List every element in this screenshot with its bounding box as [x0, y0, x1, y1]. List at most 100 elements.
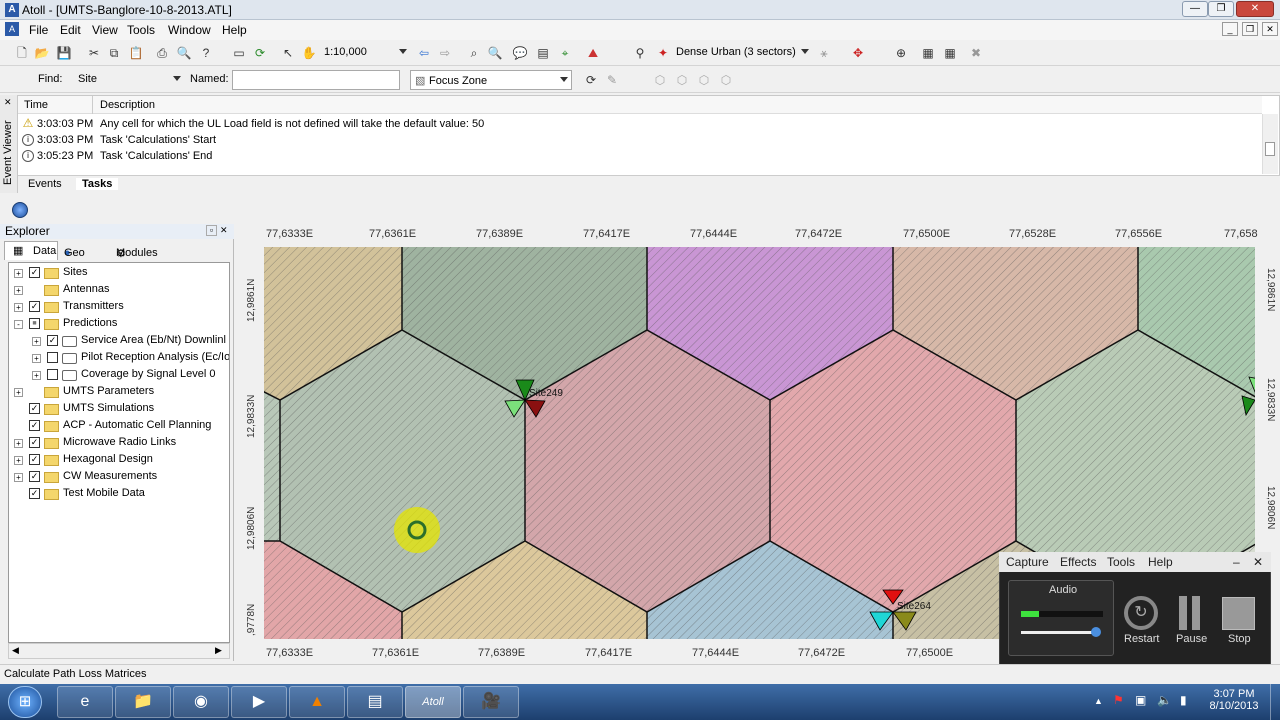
tray-flag-icon[interactable]: ⚑	[1113, 693, 1124, 707]
print-preview-icon[interactable]: 🔍	[176, 45, 192, 61]
mdi-minimize-button[interactable]: _	[1222, 22, 1238, 36]
visibility-checkbox[interactable]: ✓	[29, 454, 40, 465]
visibility-checkbox[interactable]: ✓	[29, 471, 40, 482]
tree-item[interactable]: + ✓ Sites	[9, 264, 229, 281]
stop-calc-icon[interactable]: ✖	[968, 45, 984, 61]
expand-icon[interactable]: +	[14, 286, 23, 295]
find-type-select[interactable]: Site	[74, 70, 184, 90]
scroll-thumb[interactable]	[1265, 142, 1275, 156]
tree-scrollbar[interactable]: ◀ ▶	[8, 643, 230, 659]
expand-icon[interactable]: +	[14, 473, 23, 482]
calculate-all-icon[interactable]: ▦	[942, 45, 958, 61]
zoom-area-icon[interactable]: ⌕	[466, 45, 482, 61]
menu-tools[interactable]: Tools	[127, 23, 155, 37]
visibility-checkbox[interactable]: ✓	[29, 267, 40, 278]
tree-item[interactable]: ✓ ACP - Automatic Cell Planning	[9, 417, 229, 434]
zoom-icon[interactable]: 🔍	[487, 45, 503, 61]
tree-item[interactable]: + ✓ CW Measurements	[9, 468, 229, 485]
visibility-checkbox[interactable]	[47, 352, 58, 363]
calculate-icon[interactable]: ▦	[920, 45, 936, 61]
collapse-icon[interactable]: -	[14, 320, 23, 329]
visibility-checkbox[interactable]: ■	[29, 318, 40, 329]
scroll-left-icon[interactable]: ◀	[12, 645, 19, 656]
tab-data[interactable]: ▦ Data	[4, 241, 58, 260]
expand-icon[interactable]: +	[32, 354, 41, 363]
volume-slider-handle[interactable]	[1091, 627, 1101, 637]
stop-button[interactable]: Stop	[1228, 633, 1251, 645]
open-icon[interactable]: 📂	[34, 45, 50, 61]
print-icon[interactable]: ⎙	[154, 45, 170, 61]
close-icon[interactable]: ✕	[1253, 555, 1263, 569]
select-area-icon[interactable]: ▭	[231, 45, 247, 61]
legend-icon[interactable]: ▤	[535, 45, 551, 61]
column-description[interactable]: Description	[100, 99, 155, 111]
tooltip-icon[interactable]: 💬	[512, 45, 528, 61]
paste-icon[interactable]: 📋	[128, 45, 144, 61]
new-icon[interactable]: 🗋	[14, 45, 30, 61]
mdi-close-button[interactable]: ✕	[1262, 22, 1278, 36]
document-icon[interactable]: A	[5, 22, 19, 36]
scale-select[interactable]: 1:10,000	[320, 43, 410, 63]
capture-menu-capture[interactable]: Capture	[1006, 555, 1049, 569]
antenna-icon[interactable]: ⚲	[632, 45, 648, 61]
menu-help[interactable]: Help	[222, 23, 247, 37]
sites-icon[interactable]: ⚹	[816, 45, 832, 61]
forward-arrow-icon[interactable]: ⇨	[437, 45, 453, 61]
point-analysis-icon[interactable]: ⌖	[557, 45, 573, 61]
event-row[interactable]: i 3:05:23 PM Task 'Calculations' End	[22, 150, 212, 166]
tray-signal-icon[interactable]: ▮	[1180, 693, 1187, 707]
tree-item[interactable]: + ✓ Hexagonal Design	[9, 451, 229, 468]
capture-menu-help[interactable]: Help	[1148, 555, 1173, 569]
visibility-checkbox[interactable]: ✓	[47, 335, 58, 346]
tree-item[interactable]: + Pilot Reception Analysis (Ec/Io	[9, 349, 229, 366]
expand-icon[interactable]: +	[32, 337, 41, 346]
tab-tasks[interactable]: Tasks	[76, 178, 119, 190]
station-template-icon[interactable]: ✦	[655, 45, 671, 61]
cut-icon[interactable]: ✂	[86, 45, 102, 61]
capture-menu-effects[interactable]: Effects	[1060, 555, 1096, 569]
volume-slider[interactable]	[1021, 631, 1097, 634]
tray-volume-icon[interactable]: 🔈	[1157, 693, 1172, 707]
zone-draw-icon[interactable]: ✎	[604, 72, 620, 88]
visibility-checkbox[interactable]: ✓	[29, 403, 40, 414]
tree-item[interactable]: + ✓ Transmitters	[9, 298, 229, 315]
pause-icon[interactable]	[1179, 596, 1187, 630]
mdi-restore-button[interactable]: ❐	[1242, 22, 1258, 36]
hex-design-icon[interactable]: ✥	[850, 45, 866, 61]
close-button[interactable]: ✕	[1236, 1, 1274, 17]
column-time[interactable]: Time	[24, 99, 48, 111]
explorer-icon[interactable]: 📁	[115, 686, 171, 718]
pointer-icon[interactable]: ↖	[280, 45, 296, 61]
ie-icon[interactable]: e	[57, 686, 113, 718]
profile-icon[interactable]: ⛰	[585, 45, 601, 61]
media-player-icon[interactable]: ▶	[231, 686, 287, 718]
tree-item[interactable]: - ■ Predictions	[9, 315, 229, 332]
station-template-select[interactable]: Dense Urban (3 sectors)	[672, 43, 812, 63]
menu-edit[interactable]: Edit	[60, 23, 81, 37]
pan-hand-icon[interactable]: ✋	[301, 45, 317, 61]
pin-icon[interactable]: ▫	[206, 225, 217, 236]
help-icon[interactable]: ?	[198, 45, 214, 61]
expand-icon[interactable]: +	[32, 371, 41, 380]
tree-item[interactable]: + ✓ Service Area (Eb/Nt) Downlinl	[9, 332, 229, 349]
tree-item[interactable]: + ✓ Microwave Radio Links	[9, 434, 229, 451]
expand-icon[interactable]: +	[14, 456, 23, 465]
polygon-icon[interactable]: ⬡	[652, 72, 668, 88]
recorder-icon[interactable]: 🎥	[463, 686, 519, 718]
back-arrow-icon[interactable]: ⇦	[416, 45, 432, 61]
expand-icon[interactable]: +	[14, 439, 23, 448]
named-input[interactable]	[232, 70, 400, 90]
visibility-checkbox[interactable]	[47, 369, 58, 380]
minimize-button[interactable]: —	[1182, 1, 1208, 17]
pause-button[interactable]: Pause	[1176, 633, 1207, 645]
menu-window[interactable]: Window	[168, 23, 211, 37]
capture-menu-tools[interactable]: Tools	[1107, 555, 1135, 569]
taskbar-clock[interactable]: 3:07 PM 8/10/2013	[1204, 688, 1264, 712]
start-button[interactable]: ⊞	[8, 686, 42, 718]
expand-icon[interactable]: +	[14, 269, 23, 278]
event-row[interactable]: i 3:03:03 PM Task 'Calculations' Start	[22, 134, 216, 150]
globe-icon[interactable]	[12, 202, 28, 218]
tab-events[interactable]: Events	[28, 178, 62, 190]
focus-zone-select[interactable]: ▧ Focus Zone	[410, 70, 572, 90]
copy-icon[interactable]: ⧉	[106, 45, 122, 61]
